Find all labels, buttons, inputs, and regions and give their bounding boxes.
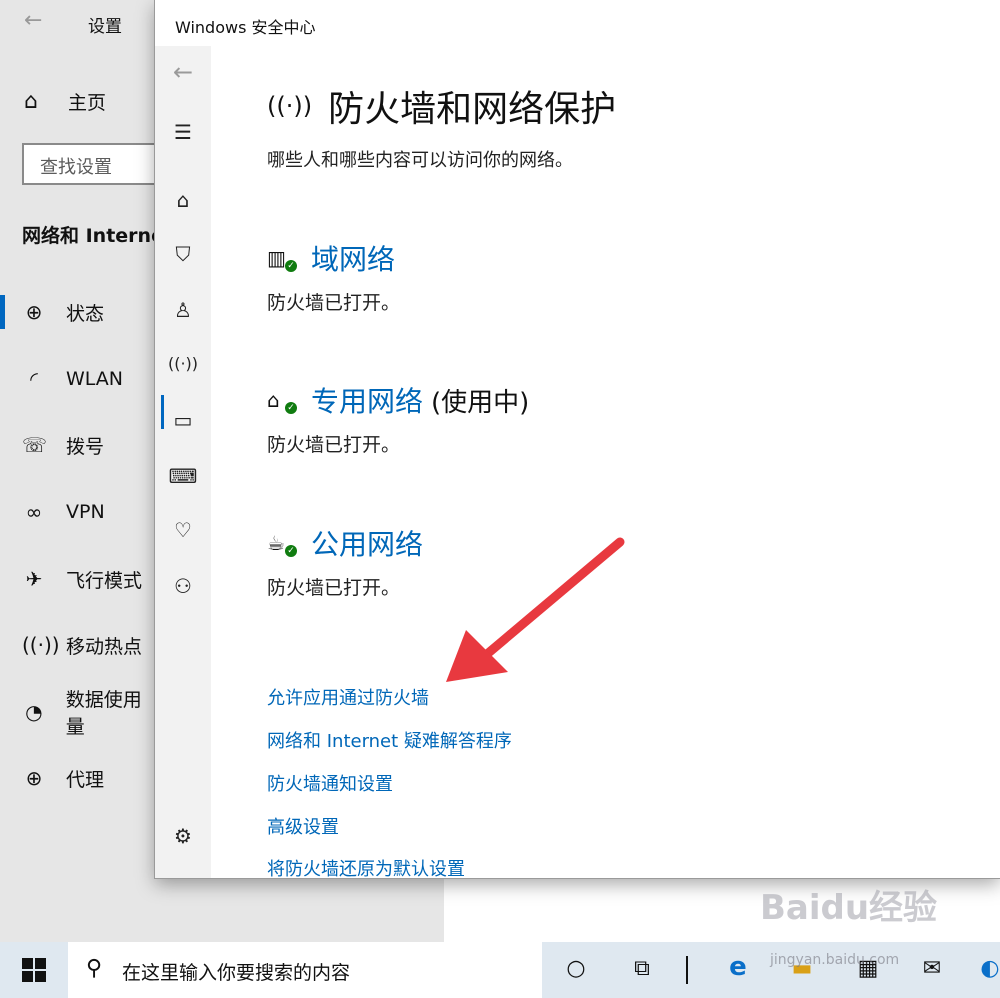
heart-health-icon[interactable]: ♡ [155,518,211,542]
globe-icon: ⊕ [25,766,43,790]
search-placeholder: 查找设置 [40,157,112,178]
globe-monitor-icon: ⊕ [25,300,43,324]
taskbar: ⚲ 在这里输入你要搜索的内容 ○ ⧉ e ▬ ▦ ✉ ◐ jingyan.bai… [0,942,1000,998]
edge-browser-icon[interactable]: e [720,952,756,982]
public-network-icon: ☕ ✓ [267,529,297,557]
troubleshooter-link[interactable]: 网络和 Internet 疑难解答程序 [267,727,512,753]
home-icon: ⌂ [24,89,38,114]
airplane-icon: ✈ [25,567,43,591]
nav-label: VPN [66,501,105,523]
nav-item-dialup[interactable]: ☏ 拨号 [0,425,160,465]
notification-settings-link[interactable]: 防火墙通知设置 [267,770,393,796]
restore-defaults-link[interactable]: 将防火墙还原为默认设置 [267,855,465,881]
search-icon: ⚲ [86,956,103,981]
person-icon[interactable]: ♙ [155,298,211,322]
taskbar-separator [686,956,688,984]
broadcast-icon: ((·)) [267,92,313,120]
nav-item-proxy[interactable]: ⊕ 代理 [0,758,160,798]
taskbar-search-box[interactable]: ⚲ 在这里输入你要搜索的内容 [68,942,542,998]
allow-app-link[interactable]: 允许应用通过防火墙 [267,684,429,710]
gear-icon[interactable]: ⚙ [155,824,211,848]
network-private: ⌂ ✓ 专用网络 (使用中) 防火墙已打开。 [267,380,529,457]
back-arrow-icon[interactable]: ← [24,8,42,33]
network-name-link[interactable]: 域网络 [311,238,395,278]
hamburger-menu-icon[interactable]: ☰ [155,120,211,144]
settings-title: 设置 [88,17,122,37]
app-icon[interactable]: ◐ [972,956,1000,981]
heading-text: 防火墙和网络保护 [328,89,617,130]
home-label: 主页 [68,92,107,114]
nav-item-data-usage[interactable]: ◔ 数据使用量 [0,689,160,738]
network-status: 防火墙已打开。 [267,577,401,599]
home-icon[interactable]: ⌂ [155,188,211,212]
category-title: 网络和 Internet [22,225,174,247]
nav-label: 代理 [66,768,105,791]
network-name-link[interactable]: 公用网络 [311,523,423,563]
title-bar[interactable]: Windows 安全中心 [155,0,1000,46]
security-center-window: Windows 安全中心 ← ☰ ⌂ ⛉ ♙ ((·)) ▭ ⌨ ♡ ⚇ ⚙ (… [155,0,1000,880]
nav-label: WLAN [66,368,124,390]
nav-item-status[interactable]: ⊕ 状态 [0,292,160,332]
nav-label: 数据使用量 [65,689,142,738]
nav-item-vpn[interactable]: ∞ VPN [0,492,160,532]
page-heading: ((·)) 防火墙和网络保护 [267,80,616,132]
back-arrow-icon[interactable]: ← [155,58,211,86]
side-rail: ← ☰ ⌂ ⛉ ♙ ((·)) ▭ ⌨ ♡ ⚇ ⚙ [155,46,211,878]
red-arrow-annotation [446,537,625,682]
window-title: Windows 安全中心 [175,18,316,37]
wifi-icon: ◜ [30,367,38,391]
pie-chart-icon: ◔ [25,700,43,724]
nav-item-airplane[interactable]: ✈ 飞行模式 [0,559,160,599]
dialup-icon: ☏ [22,433,48,457]
advanced-settings-link[interactable]: 高级设置 [267,813,339,839]
network-name-link[interactable]: 专用网络 [311,380,423,420]
page-subtitle: 哪些人和哪些内容可以访问你的网络。 [267,150,573,171]
vpn-icon: ∞ [25,500,43,524]
network-domain: ▥ ✓ 域网络 防火墙已打开。 [267,238,400,315]
nav-item-hotspot[interactable]: ((·)) 移动热点 [0,625,160,665]
settings-home-item[interactable]: ⌂ 主页 [24,88,106,115]
in-use-label: (使用中) [431,387,530,418]
links-section: 允许应用通过防火墙 网络和 Internet 疑难解答程序 防火墙通知设置 高级… [267,684,667,880]
task-view-icon[interactable]: ⧉ [624,956,660,981]
cortana-icon[interactable]: ○ [558,956,594,981]
laptop-icon[interactable]: ⌨ [155,464,211,488]
windows-start-icon[interactable] [22,958,46,982]
hotspot-icon: ((·)) [22,633,60,657]
nav-label: 移动热点 [66,635,143,658]
shield-icon[interactable]: ⛉ [155,242,211,266]
network-public: ☕ ✓ 公用网络 防火墙已打开。 [267,523,423,600]
nav-label: 拨号 [66,435,105,458]
watermark-logo: Baidu经验 [760,888,938,928]
domain-network-icon: ▥ ✓ [267,244,297,272]
private-network-icon: ⌂ ✓ [267,386,297,414]
network-status: 防火墙已打开。 [267,434,401,456]
nav-label: 飞行模式 [66,569,143,592]
nav-item-wlan[interactable]: ◜ WLAN [0,359,160,399]
firewall-network-icon[interactable]: ((·)) [155,354,211,373]
network-status: 防火墙已打开。 [267,292,401,314]
nav-label: 状态 [66,302,105,325]
mail-icon[interactable]: ✉ [914,956,950,981]
watermark-site: jingyan.baidu.com [770,952,900,968]
taskbar-search-placeholder: 在这里输入你要搜索的内容 [122,962,351,984]
app-browser-icon[interactable]: ▭ [155,408,211,432]
family-icon[interactable]: ⚇ [155,574,211,598]
